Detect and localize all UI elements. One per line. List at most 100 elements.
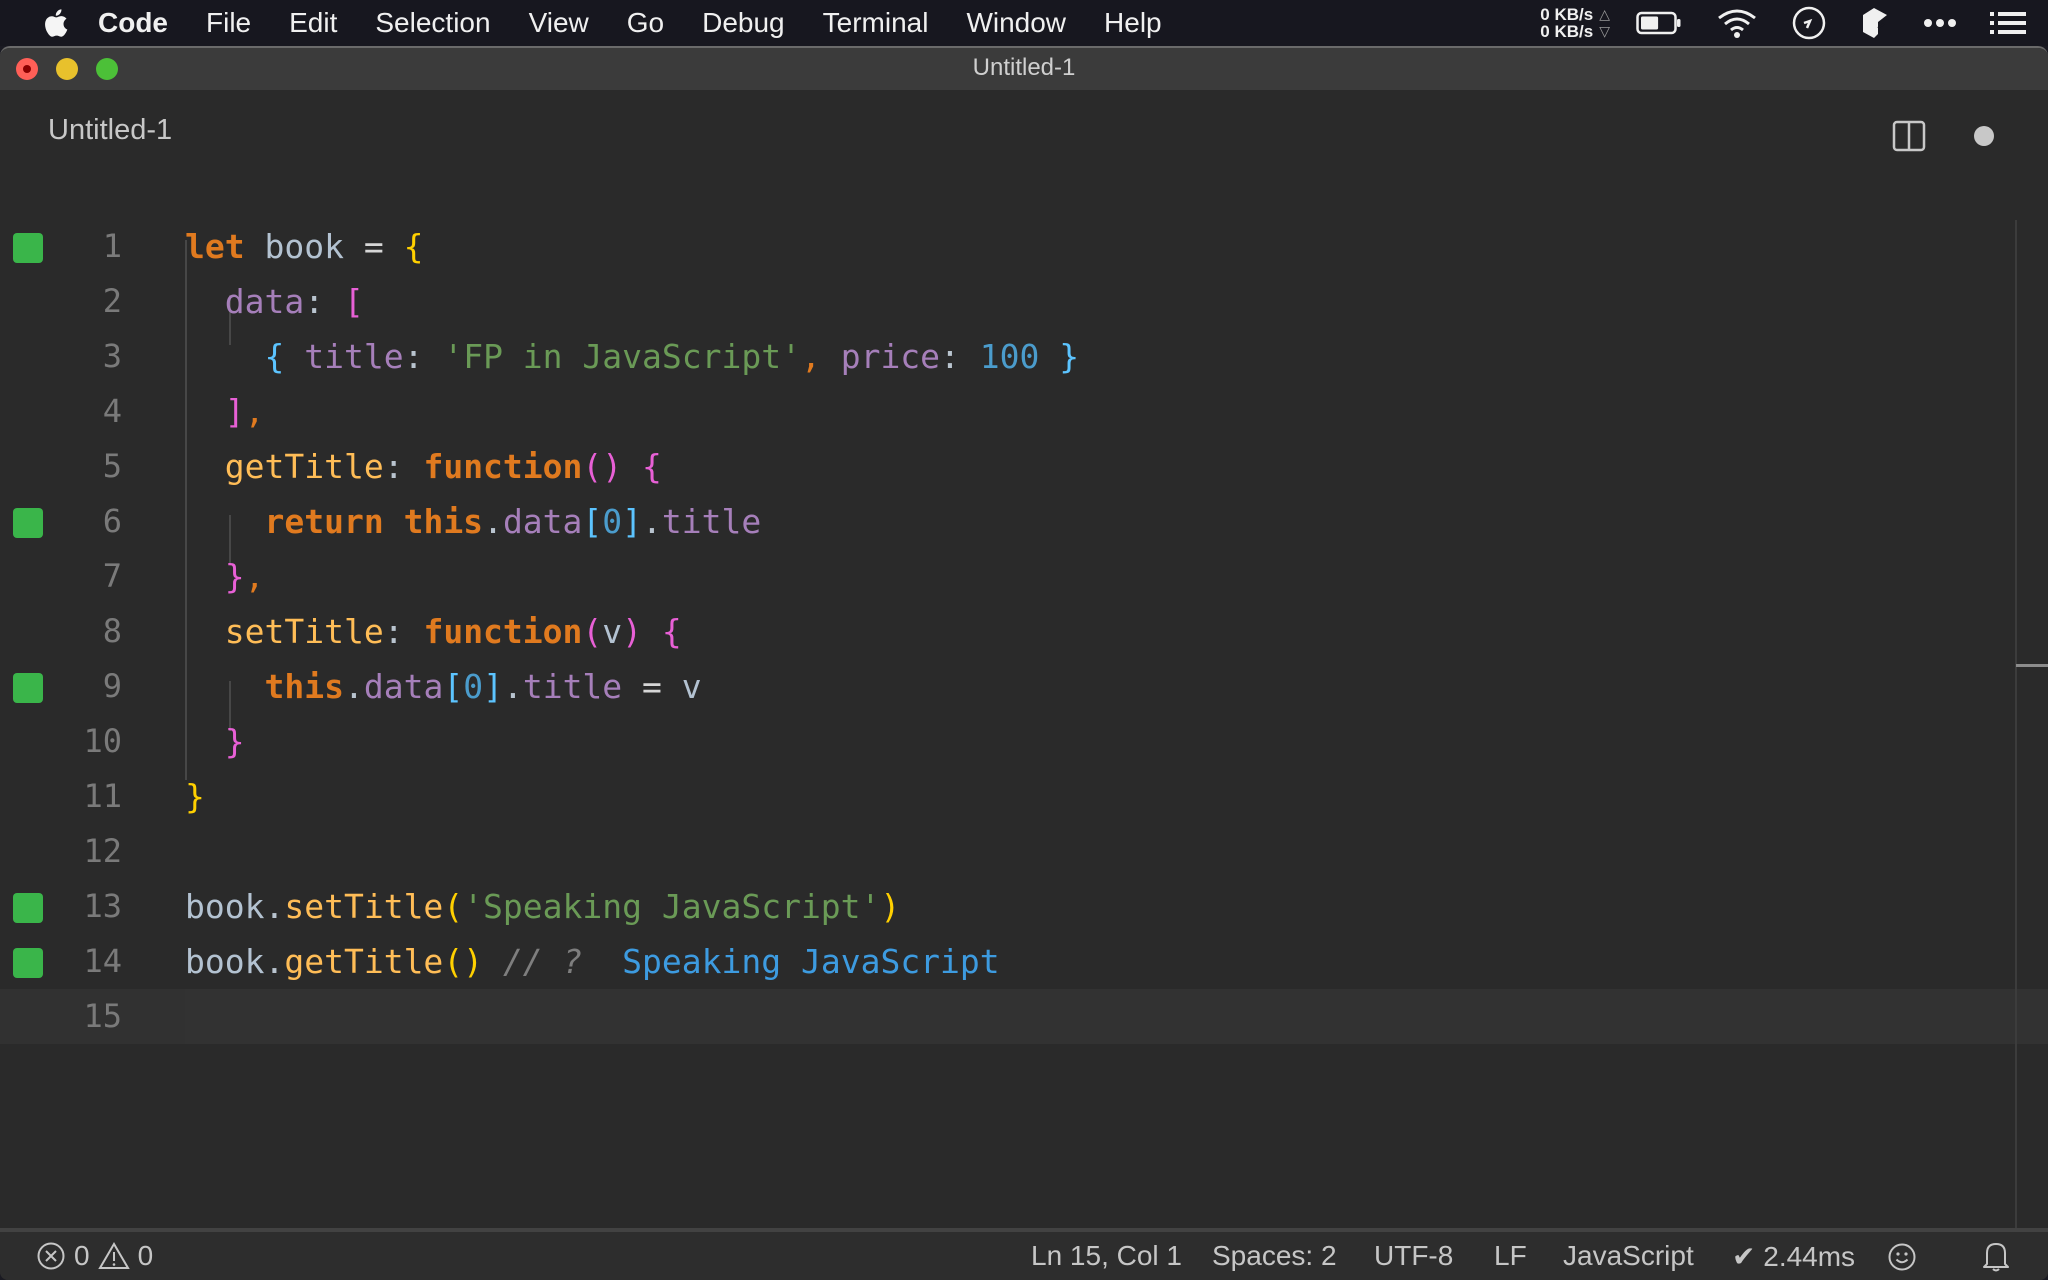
error-icon [37,1242,65,1270]
cursor-position[interactable]: Ln 15, Col 1 [1031,1240,1182,1272]
end-of-line[interactable]: LF [1494,1240,1527,1272]
token: { [642,447,662,486]
menu-help[interactable]: Help [1104,7,1162,39]
coverage-marker [13,893,43,923]
battery-icon[interactable] [1636,11,1682,35]
apple-menu-icon[interactable] [40,8,70,38]
token: . [264,942,285,981]
notification-center-icon[interactable] [1990,11,2026,35]
code-line: 1 let book = { [0,219,2048,274]
network-monitor[interactable]: 0 KB/s 0 KB/s △ ▽ [1540,6,1610,40]
line-number: 13 [83,887,122,925]
code-line: 10 } [0,714,2048,769]
feedback-button[interactable] [1887,1242,1917,1272]
token: : [383,612,404,651]
token: } [224,722,245,761]
line-number: 4 [102,392,122,430]
menu-terminal[interactable]: Terminal [823,7,929,39]
line-number: 2 [102,282,122,320]
menu-app-code[interactable]: Code [98,7,168,39]
code-line: 2 data: [ [0,274,2048,329]
overview-ruler-scrollbar[interactable] [2015,220,2048,1276]
macos-menu-bar: Code File Edit Selection View Go Debug T… [0,0,2048,46]
split-editor-button[interactable] [1892,120,1926,152]
token: v [602,612,623,651]
warning-count: 0 [137,1240,154,1271]
token: 'FP in JavaScript' [443,337,801,376]
line-number: 6 [102,502,122,540]
clock-icon[interactable] [1792,6,1826,40]
token: [ [582,502,603,541]
line-number: 3 [102,337,122,375]
error-count: 0 [74,1240,90,1271]
indentation-setting[interactable]: Spaces: 2 [1212,1240,1337,1272]
code-line: 7 }, [0,549,2048,604]
token: } [224,557,245,596]
language-mode[interactable]: JavaScript [1563,1240,1694,1272]
line-number: 14 [83,942,122,980]
menu-selection[interactable]: Selection [375,7,490,39]
token: ] [622,502,643,541]
coverage-marker [13,673,43,703]
more-dots-icon[interactable] [1924,18,1956,28]
token: 100 [979,337,1040,376]
menu-debug[interactable]: Debug [702,7,785,39]
menu-file[interactable]: File [206,7,251,39]
token: setTitle [284,887,444,926]
menu-go[interactable]: Go [627,7,664,39]
code-line: 9 this.data[0].title = v [0,659,2048,714]
problems-indicator[interactable]: 0 0 [36,1240,153,1272]
line-number: 10 [83,722,122,760]
line-number: 11 [83,777,122,815]
token: ) [880,887,901,926]
code-line-current: 15 [0,989,2048,1044]
coverage-marker [13,948,43,978]
notifications-button[interactable] [1982,1240,2010,1272]
status-bar: 0 0 Ln 15, Col 1 Spaces: 2 UTF-8 LF Java… [0,1228,2048,1280]
code-editor[interactable]: 1 let book = { 2 data: [ 3 { title: 'FP … [0,178,2048,1228]
file-encoding[interactable]: UTF-8 [1374,1240,1453,1272]
menu-window[interactable]: Window [966,7,1066,39]
line-number: 12 [83,832,122,870]
token: . [343,667,364,706]
token: . [264,887,285,926]
menu-edit[interactable]: Edit [289,7,337,39]
token: { [403,227,424,266]
vscode-window: Untitled-1 Untitled-1 1 let book = { 2 d… [0,46,2048,1280]
ruler-cursor-marker [2016,664,2048,667]
split-editor-icon [1892,120,1926,152]
menu-view[interactable]: View [529,7,589,39]
line-number: 9 [102,667,122,705]
token: this [264,667,344,706]
code-line: 14 book.getTitle() // ? Speaking JavaScr… [0,934,2048,989]
current-line-highlight [185,989,2048,1044]
bell-icon [1983,1243,2009,1272]
download-arrow-icon: ▽ [1599,23,1610,39]
token: data [224,282,305,321]
line-number: 5 [102,447,122,485]
wifi-icon[interactable] [1716,8,1758,38]
app-tray-box-icon[interactable] [1860,6,1890,40]
tab-untitled-1[interactable]: Untitled-1 [48,114,172,147]
token: getTitle [224,447,384,486]
unsaved-changes-dot-icon[interactable] [1974,126,1994,146]
token: let [185,227,245,266]
token: } [1059,337,1080,376]
token: book [185,887,265,926]
token: , [800,337,821,376]
quokka-timing[interactable]: ✔ 2.44ms [1732,1240,1855,1273]
title-bar: Untitled-1 [0,48,2048,90]
token: () [582,447,623,486]
token: ( [443,887,464,926]
token: ( [582,612,603,651]
line-number: 8 [102,612,122,650]
token: 'Speaking JavaScript' [463,887,881,926]
token: . [502,667,523,706]
line-number: 1 [102,227,122,265]
token: return [264,502,384,541]
token: title [304,337,404,376]
coverage-marker [13,508,43,538]
token: 0 [463,667,484,706]
coverage-marker [13,233,43,263]
net-upload-rate: 0 KB/s [1540,5,1594,24]
